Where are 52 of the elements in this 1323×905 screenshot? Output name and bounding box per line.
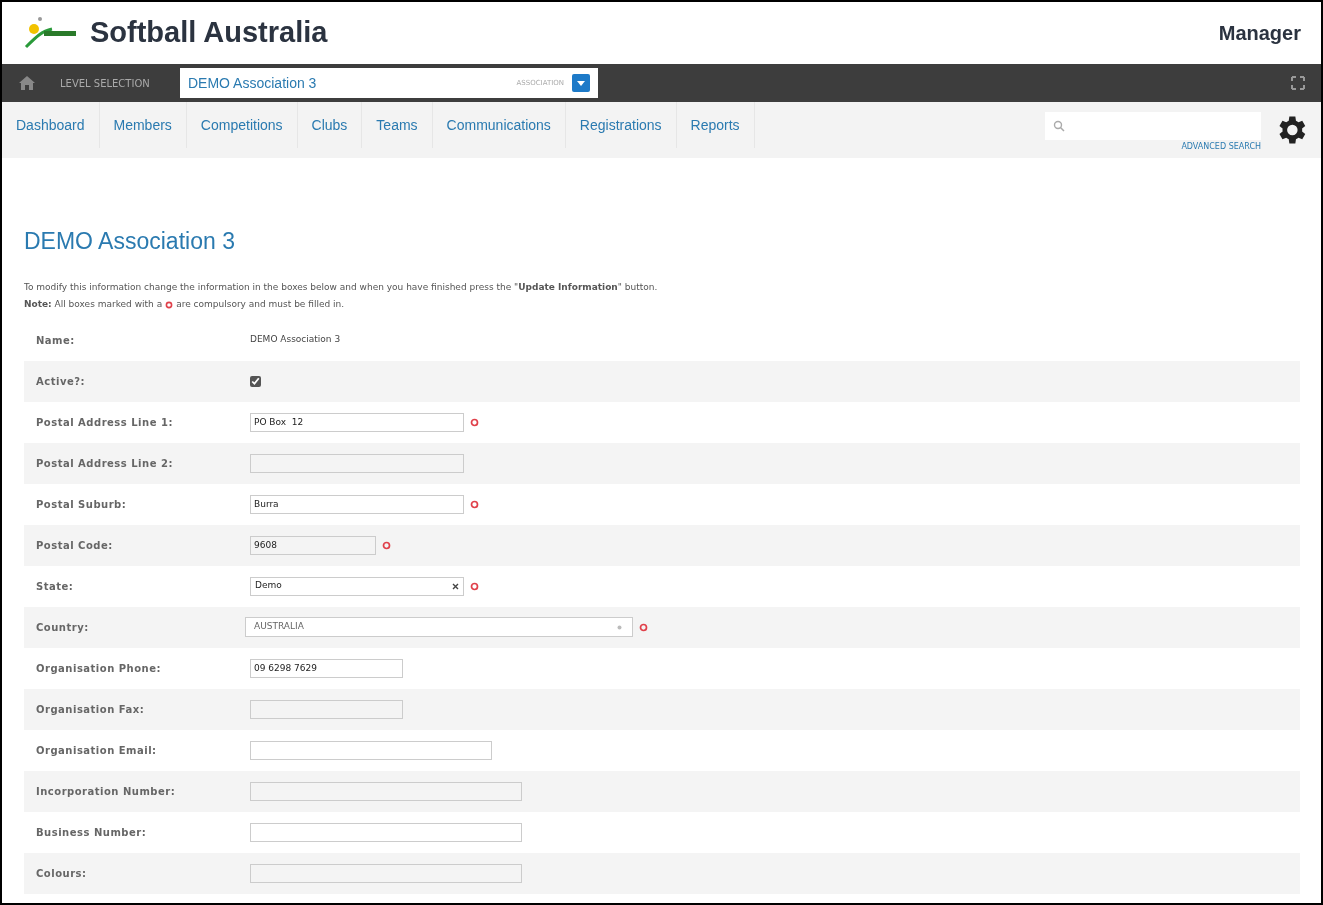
advanced-search-link[interactable]: ADVANCED SEARCH (1181, 141, 1261, 153)
input-field[interactable] (250, 740, 492, 760)
dropdown-button-icon[interactable] (572, 74, 590, 92)
nav-tab[interactable]: Registrations (565, 102, 677, 148)
required-marker-icon (165, 300, 174, 309)
note-text: are compulsory and must be filled in. (176, 298, 345, 311)
intro-text: To modify this information change the information in the boxes below and when you have finished press the "Update Information" button. (24, 280, 659, 294)
field-label: Organisation Email: (35, 743, 158, 758)
input-field[interactable] (250, 699, 403, 719)
field-label: Incorporation Number: (35, 784, 177, 799)
clear-icon[interactable] (452, 582, 459, 590)
input-field[interactable] (250, 453, 464, 473)
active-checkbox[interactable] (250, 375, 261, 387)
nav-tab[interactable]: Competitions (186, 102, 298, 148)
search-field[interactable] (1045, 112, 1261, 140)
field-label: Active?: (35, 374, 86, 389)
field-label: Postal Address Line 1: (35, 415, 174, 430)
home-icon[interactable] (18, 75, 36, 91)
field-label: Business Number: (35, 825, 148, 840)
field-label: Colours: (35, 866, 88, 881)
nav-tab[interactable]: Clubs (297, 102, 363, 148)
user-role[interactable]: Manager (1218, 18, 1301, 48)
nav-tab[interactable]: Teams (362, 102, 433, 148)
search-icon (1053, 120, 1065, 132)
input-field[interactable]: 9608 (250, 535, 376, 555)
state-select[interactable]: Demo (250, 576, 464, 596)
field-label: State: (35, 579, 75, 594)
note-text: Note: All boxes marked with a (24, 298, 163, 311)
nav-tab[interactable]: Dashboard (2, 102, 100, 148)
page-heading: DEMO Association 3 (24, 227, 236, 256)
field-label: Postal Code: (35, 538, 114, 553)
input-field[interactable] (250, 822, 522, 842)
field-label: Country: (35, 620, 90, 635)
field-label: Organisation Phone: (35, 661, 162, 676)
field-label: Postal Suburb: (35, 497, 128, 512)
field-label: Postal Address Line 2: (35, 456, 174, 471)
input-field[interactable]: PO Box 12 (250, 412, 464, 432)
nav-tab[interactable]: Members (99, 102, 187, 148)
field-label: Name: (35, 333, 76, 348)
input-field[interactable]: Burra (250, 494, 464, 514)
expand-icon[interactable] (1291, 76, 1305, 90)
field-value: DEMO Association 3 (250, 333, 341, 347)
nav-tab[interactable]: Reports (676, 102, 755, 148)
nav-tab[interactable]: Communications (432, 102, 566, 148)
input-field[interactable]: 09 6298 7629 (250, 658, 403, 678)
input-field[interactable] (250, 781, 522, 801)
field-label: Organisation Fax: (35, 702, 146, 717)
site-title: Softball Australia (90, 15, 328, 51)
input-field[interactable] (250, 863, 522, 883)
country-select[interactable]: AUSTRALIA (245, 617, 633, 637)
dropdown-icon[interactable] (617, 624, 622, 630)
level-label: LEVEL SELECTION (60, 76, 151, 91)
